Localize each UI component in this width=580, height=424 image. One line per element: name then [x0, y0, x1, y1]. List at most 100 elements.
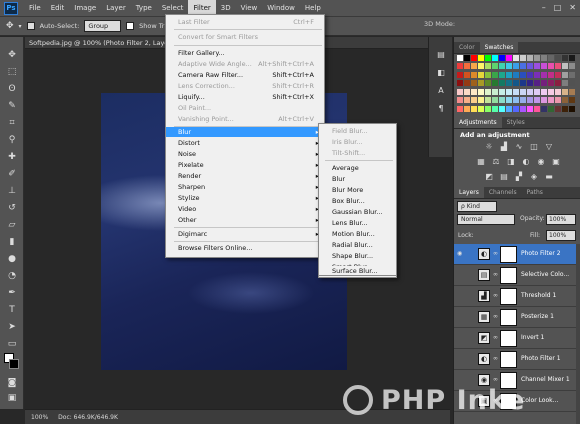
swatch-color[interactable]	[492, 63, 498, 70]
swatch-color[interactable]	[506, 97, 512, 104]
menu-item-blur-simple[interactable]: Blur	[319, 174, 396, 184]
menu-item-lens-blur[interactable]: Lens Blur...	[319, 218, 396, 228]
tab-layers[interactable]: Layers	[454, 187, 484, 198]
menu-item-blur[interactable]: Blur▸	[166, 127, 324, 137]
swatch-color[interactable]	[548, 88, 554, 95]
shape-tool-icon[interactable]: ▭	[5, 338, 19, 350]
swatch-color[interactable]	[513, 71, 519, 78]
posterize-icon[interactable]: ▤	[499, 172, 509, 182]
swatch-color[interactable]	[569, 80, 575, 87]
marquee-tool-icon[interactable]: ⬚	[5, 66, 19, 78]
menu-item-surface-blur[interactable]: Surface Blur...	[318, 266, 397, 276]
swatch-color[interactable]	[499, 80, 505, 87]
swatch-color[interactable]	[548, 63, 554, 70]
show-transform-checkbox[interactable]	[126, 22, 135, 30]
swatch-color[interactable]	[562, 105, 568, 112]
brush-tool-icon[interactable]: ✐	[5, 168, 19, 180]
close-icon[interactable]: ✕	[569, 3, 576, 12]
photo-filter-icon[interactable]: ◐	[521, 157, 531, 167]
tool-preset-dropdown-icon[interactable]: ▾	[19, 23, 22, 30]
swatch-color[interactable]	[527, 80, 533, 87]
swatch-color[interactable]	[541, 71, 547, 78]
swatch-color[interactable]	[569, 105, 575, 112]
quick-select-tool-icon[interactable]: ✎	[5, 100, 19, 112]
tab-paths[interactable]: Paths	[522, 187, 548, 198]
tab-color[interactable]: Color	[454, 42, 480, 53]
swatch-color[interactable]	[478, 55, 484, 61]
menu-item-adaptive-wide-angle[interactable]: Adaptive Wide Angle... Alt+Shift+Ctrl+A	[166, 59, 324, 69]
swatch-color[interactable]	[457, 80, 463, 87]
swatch-color[interactable]	[513, 55, 519, 61]
swatch-color[interactable]	[534, 63, 540, 70]
menu-item-motion-blur[interactable]: Motion Blur...	[319, 229, 396, 239]
swatch-color[interactable]	[520, 88, 526, 95]
swatch-color[interactable]	[520, 55, 526, 61]
swatch-color[interactable]	[541, 55, 547, 61]
layer-row[interactable]: ▤ ∞ Selective Colo...	[454, 265, 576, 286]
gradient-tool-icon[interactable]: ▮	[5, 236, 19, 248]
menu-item-radial-blur[interactable]: Radial Blur...	[319, 240, 396, 250]
swatch-color[interactable]	[569, 55, 575, 61]
type-tool-icon[interactable]: T	[5, 304, 19, 316]
zoom-level[interactable]: 100%	[31, 414, 48, 421]
swatch-color[interactable]	[562, 55, 568, 61]
swatch-color[interactable]	[541, 63, 547, 70]
visibility-eye-icon[interactable]: ◉	[457, 250, 466, 258]
menu-item-digimarc[interactable]: Digimarc▸	[166, 229, 324, 239]
fill-input[interactable]: 100%	[546, 230, 576, 241]
tab-swatches[interactable]: Swatches	[479, 42, 519, 53]
swatch-color[interactable]	[464, 63, 470, 70]
swatch-color[interactable]	[464, 71, 470, 78]
auto-select-checkbox[interactable]	[26, 22, 35, 30]
vibrance-icon[interactable]: ▽	[544, 142, 554, 152]
opacity-input[interactable]: 100%	[546, 214, 576, 225]
swatch-color[interactable]	[534, 105, 540, 112]
pen-tool-icon[interactable]: ✒	[5, 287, 19, 299]
menu-item-noise[interactable]: Noise▸	[166, 149, 324, 159]
swatch-color[interactable]	[555, 63, 561, 70]
swatch-color[interactable]	[485, 88, 491, 95]
properties-icon[interactable]: ◧	[435, 67, 447, 78]
swatch-color[interactable]	[569, 88, 575, 95]
swatch-color[interactable]	[471, 105, 477, 112]
swatch-color[interactable]	[548, 71, 554, 78]
layer-mask-thumbnail[interactable]	[500, 351, 517, 368]
swatch-color[interactable]	[541, 80, 547, 87]
history-icon[interactable]: ▤	[435, 49, 447, 60]
swatch-color[interactable]	[471, 97, 477, 104]
swatch-color[interactable]	[478, 71, 484, 78]
swatch-color[interactable]	[513, 88, 519, 95]
tab-styles[interactable]: Styles	[502, 117, 530, 128]
swatch-color[interactable]	[520, 71, 526, 78]
invert-icon[interactable]: ◩	[484, 172, 494, 182]
menu-layer[interactable]: Layer	[101, 0, 131, 17]
swatch-color[interactable]	[492, 71, 498, 78]
swatch-color[interactable]	[485, 55, 491, 61]
swatch-color[interactable]	[492, 80, 498, 87]
menu-item-stylize[interactable]: Stylize▸	[166, 193, 324, 203]
auto-select-dropdown[interactable]: Group	[84, 20, 122, 32]
swatch-color[interactable]	[485, 71, 491, 78]
swatch-color[interactable]	[464, 80, 470, 87]
swatch-color[interactable]	[506, 71, 512, 78]
swatch-color[interactable]	[534, 97, 540, 104]
swatch-color[interactable]	[457, 105, 463, 112]
swatch-color[interactable]	[457, 71, 463, 78]
curves-icon[interactable]: ∿	[514, 142, 524, 152]
menu-file[interactable]: File	[24, 0, 46, 17]
menu-item-shape-blur[interactable]: Shape Blur...	[319, 251, 396, 261]
swatch-color[interactable]	[534, 88, 540, 95]
swatch-color[interactable]	[555, 88, 561, 95]
swatch-color[interactable]	[471, 71, 477, 78]
swatch-color[interactable]	[478, 80, 484, 87]
menu-item-render[interactable]: Render▸	[166, 171, 324, 181]
swatch-color[interactable]	[562, 97, 568, 104]
menu-item-filter-gallery[interactable]: Filter Gallery...	[166, 48, 324, 58]
selective-color-icon[interactable]: ◈	[529, 172, 539, 182]
swatch-color[interactable]	[485, 63, 491, 70]
swatch-color[interactable]	[562, 63, 568, 70]
menu-item-blur-more[interactable]: Blur More	[319, 185, 396, 195]
layer-row[interactable]: ▟ ∞ Threshold 1	[454, 286, 576, 307]
menu-item-convert-smart-filters[interactable]: Convert for Smart Filters	[166, 32, 324, 42]
history-brush-tool-icon[interactable]: ↺	[5, 202, 19, 214]
